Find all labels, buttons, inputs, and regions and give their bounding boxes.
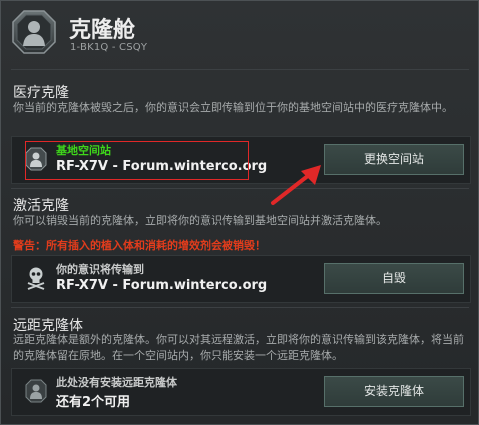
self-destruct-button[interactable]: 自毁 [324, 263, 464, 294]
change-station-button[interactable]: 更换空间站 [324, 144, 464, 175]
header-divider [11, 69, 469, 70]
activate-clone-title: 激活克隆 [13, 198, 69, 214]
section-divider-2 [11, 307, 469, 308]
remote-clone-description: 远距克隆体是额外的克隆体。你可以对其远程激活，立即将你的意识传输到该克隆体，将当… [13, 333, 464, 362]
activate-clone-description: 你可以销毁当前的克隆体，立即将你的意识传输到基地空间站并激活克隆体。 [13, 214, 387, 227]
highlight-box [25, 141, 249, 180]
clone-bay-window: 克隆舱 1-BK1Q - CSQY 医疗克隆 你当前的克隆体被毁之后，你的意识会… [0, 0, 479, 425]
medical-clone-title: 医疗克隆 [13, 85, 69, 101]
remote-clone-status: 此处没有安装远距克隆体 [56, 376, 177, 389]
annotation-arrow-icon [271, 165, 321, 205]
window-header: 克隆舱 1-BK1Q - CSQY [1, 1, 478, 67]
transfer-destination-label: 你的意识将传输到 [56, 263, 144, 276]
remote-clone-row: 此处没有安装远距克隆体 还有2个可用 安装克隆体 [11, 368, 471, 416]
install-clone-button[interactable]: 安装克隆体 [324, 376, 464, 407]
implant-warning: 警告：所有插入的植入体和消耗的增效剂会被销毁！ [13, 239, 266, 252]
page-title: 克隆舱 [69, 18, 136, 43]
clone-bay-icon [12, 10, 56, 54]
remote-clone-available: 还有2个可用 [56, 395, 131, 410]
remote-clone-icon [25, 379, 47, 403]
medical-clone-description: 你当前的克隆体被毁之后，你的意识会立即传输到位于你的基地空间站中的医疗克隆体中。 [13, 101, 453, 114]
skull-crossbones-icon [27, 267, 45, 290]
self-destruct-row: 你的意识将传输到 RF-X7V - Forum.winterco.org 自毁 [11, 255, 471, 303]
location-subtitle: 1-BK1Q - CSQY [70, 42, 148, 53]
transfer-destination-name: RF-X7V - Forum.winterco.org [56, 278, 268, 293]
section-divider-1 [11, 188, 469, 189]
